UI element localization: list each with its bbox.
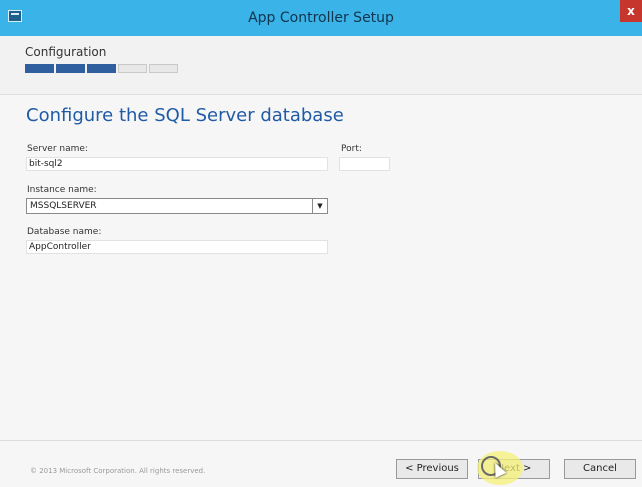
database-name-input[interactable]: AppController (26, 240, 328, 254)
copyright-text: © 2013 Microsoft Corporation. All rights… (30, 467, 206, 475)
port-label: Port: (341, 144, 362, 154)
server-name-input[interactable]: bit-sql2 (26, 157, 328, 171)
step-title: Configuration (25, 45, 107, 59)
progress-segment (25, 64, 54, 73)
page-heading: Configure the SQL Server database (26, 105, 344, 126)
title-bar[interactable]: App Controller Setup x (0, 0, 642, 36)
close-button[interactable]: x (620, 0, 642, 22)
instance-name-label: Instance name: (27, 185, 97, 195)
progress-segment (56, 64, 85, 73)
wizard-header: Configuration (0, 36, 642, 95)
instance-name-select[interactable]: MSSQLSERVER ▼ (26, 198, 328, 214)
content-area: Configure the SQL Server database Server… (0, 95, 642, 440)
instance-name-value: MSSQLSERVER (30, 201, 97, 211)
progress-segment (149, 64, 178, 73)
cancel-button[interactable]: Cancel (564, 459, 636, 479)
wizard-progress-bar (25, 64, 180, 73)
chevron-down-icon[interactable]: ▼ (312, 199, 327, 213)
progress-segment (87, 64, 116, 73)
database-name-label: Database name: (27, 227, 102, 237)
port-input[interactable] (339, 157, 390, 171)
previous-button[interactable]: < Previous (396, 459, 468, 479)
server-name-label: Server name: (27, 144, 88, 154)
window-title: App Controller Setup (248, 10, 394, 26)
wizard-footer: © 2013 Microsoft Corporation. All rights… (0, 440, 642, 487)
progress-segment (118, 64, 147, 73)
